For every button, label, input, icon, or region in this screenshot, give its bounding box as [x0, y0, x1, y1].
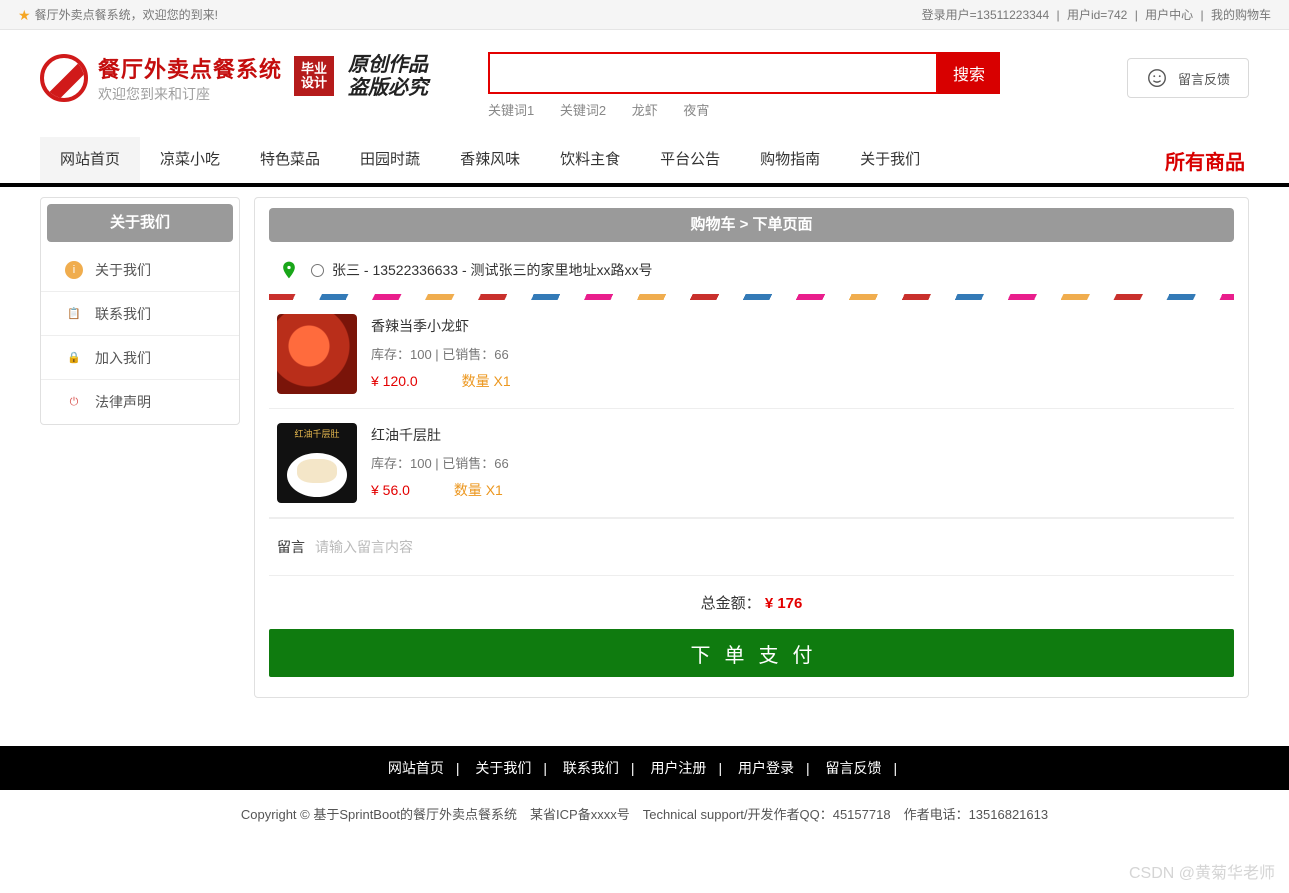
headset-icon	[1146, 67, 1168, 89]
item-meta: 库存：100 | 已销售：66	[371, 344, 511, 363]
nav-all-products[interactable]: 所有商品	[1161, 146, 1249, 175]
total-amount: ¥ 176	[765, 595, 803, 612]
nav-vegetables[interactable]: 田园时蔬	[340, 137, 440, 183]
order-item: 香辣当季小龙虾 库存：100 | 已销售：66 ¥ 120.0 数量 X1	[269, 300, 1234, 409]
search-button[interactable]: 搜索	[938, 52, 1000, 94]
slogan-line2: 盗版必究	[348, 77, 428, 100]
message-label: 留言	[277, 537, 305, 557]
slogan: 原创作品 盗版必究	[348, 54, 428, 100]
feedback-button[interactable]: 留言反馈	[1127, 58, 1249, 98]
sidebar-item-label: 加入我们	[95, 348, 151, 368]
sidebar-item-label: 法律声明	[95, 392, 151, 412]
sidebar-item-legal[interactable]: ⏻ 法律声明	[41, 380, 239, 424]
slogan-line1: 原创作品	[348, 54, 428, 77]
content-title: 购物车 > 下单页面	[269, 208, 1234, 242]
keyword-link[interactable]: 关键词1	[488, 103, 534, 118]
total-row: 总金额： ¥ 176	[269, 575, 1234, 621]
search-block: 搜索 关键词1 关键词2 龙虾 夜宵	[488, 52, 1008, 119]
item-price: ¥ 120.0	[371, 373, 418, 389]
sidebar-item-contact[interactable]: 📋 联系我们	[41, 292, 239, 336]
separator: |	[1201, 8, 1204, 22]
message-row: 留言	[269, 518, 1234, 575]
sidebar-item-label: 关于我们	[95, 260, 151, 280]
content: 购物车 > 下单页面 张三 - 13522336633 - 测试张三的家里地址x…	[254, 197, 1249, 698]
sidebar-item-join[interactable]: 🔒 加入我们	[41, 336, 239, 380]
lock-icon: 🔒	[65, 349, 83, 367]
keyword-link[interactable]: 夜宵	[683, 103, 709, 118]
address-row: 张三 - 13522336633 - 测试张三的家里地址xx路xx号	[269, 242, 1234, 294]
doc-icon: 📋	[65, 305, 83, 323]
nav-spicy[interactable]: 香辣风味	[440, 137, 540, 183]
footer-links: 网站首页| 关于我们| 联系我们| 用户注册| 用户登录| 留言反馈|	[0, 746, 1289, 790]
nav-announcements[interactable]: 平台公告	[640, 137, 740, 183]
footer-link-contact[interactable]: 联系我们	[563, 760, 619, 776]
badge-line1: 毕业	[301, 62, 327, 76]
location-icon	[279, 260, 299, 280]
sidebar-item-label: 联系我们	[95, 304, 151, 324]
copyright: Copyright © 基于SprintBoot的餐厅外卖点餐系统 某省ICP备…	[0, 790, 1289, 853]
star-icon: ★	[18, 0, 31, 30]
header: 餐厅外卖点餐系统 欢迎您到来和订座 毕业 设计 原创作品 盗版必究 搜索 关键词…	[0, 30, 1289, 127]
nav-cold-dishes[interactable]: 凉菜小吃	[140, 137, 240, 183]
pay-button[interactable]: 下单支付	[269, 629, 1234, 677]
separator: |	[1057, 8, 1060, 22]
separator: |	[1135, 8, 1138, 22]
total-label: 总金额：	[701, 595, 761, 612]
nav-home[interactable]: 网站首页	[40, 137, 140, 183]
logo-block[interactable]: 餐厅外卖点餐系统 欢迎您到来和订座	[40, 52, 282, 104]
item-qty: 数量 X1	[454, 482, 503, 498]
topbar-uid: 用户id=742	[1067, 8, 1127, 22]
sidebar-title: 关于我们	[47, 204, 233, 242]
nav-specialty[interactable]: 特色菜品	[240, 137, 340, 183]
nav-drinks[interactable]: 饮料主食	[540, 137, 640, 183]
item-image	[277, 314, 357, 394]
topbar-my-cart-link[interactable]: 我的购物车	[1211, 8, 1271, 22]
keyword-link[interactable]: 龙虾	[632, 103, 658, 118]
item-name: 红油千层肚	[371, 425, 509, 445]
sidebar: 关于我们 i 关于我们 📋 联系我们 🔒 加入我们 ⏻ 法律声明	[40, 197, 240, 425]
search-input[interactable]	[488, 52, 938, 94]
item-image: 红油千层肚	[277, 423, 357, 503]
power-icon: ⏻	[65, 393, 83, 411]
watermark: CSDN @黄菊华老师	[1129, 859, 1275, 883]
brand-title: 餐厅外卖点餐系统	[98, 52, 282, 84]
address-text: 张三 - 13522336633 - 测试张三的家里地址xx路xx号	[332, 260, 653, 280]
topbar-welcome: 餐厅外卖点餐系统，欢迎您的到来!	[35, 0, 218, 30]
main: 关于我们 i 关于我们 📋 联系我们 🔒 加入我们 ⏻ 法律声明 购物车 > 下…	[0, 187, 1289, 718]
topbar-user-center-link[interactable]: 用户中心	[1145, 8, 1193, 22]
item-name: 香辣当季小龙虾	[371, 316, 511, 336]
order-item: 红油千层肚 红油千层肚 库存：100 | 已销售：66 ¥ 56.0 数量 X1	[269, 409, 1234, 518]
item-image-caption: 红油千层肚	[277, 427, 357, 440]
badge-line2: 设计	[301, 76, 327, 90]
footer-link-feedback[interactable]: 留言反馈	[826, 760, 882, 776]
item-meta: 库存：100 | 已销售：66	[371, 453, 509, 472]
feedback-label: 留言反馈	[1178, 69, 1230, 88]
graduation-badge: 毕业 设计	[294, 56, 334, 96]
keyword-link[interactable]: 关键词2	[560, 103, 606, 118]
logo-icon	[40, 54, 88, 102]
message-input[interactable]	[315, 539, 1226, 555]
nav-about[interactable]: 关于我们	[840, 137, 940, 183]
topbar-login-user: 登录用户=13511223344	[922, 8, 1050, 22]
search-keywords: 关键词1 关键词2 龙虾 夜宵	[488, 100, 1008, 119]
nav-shopping-guide[interactable]: 购物指南	[740, 137, 840, 183]
address-radio[interactable]	[311, 264, 324, 277]
nav: 网站首页 凉菜小吃 特色菜品 田园时蔬 香辣风味 饮料主食 平台公告 购物指南 …	[0, 137, 1289, 187]
topbar: ★ 餐厅外卖点餐系统，欢迎您的到来! 登录用户=13511223344 | 用户…	[0, 0, 1289, 30]
footer-link-register[interactable]: 用户注册	[650, 760, 706, 776]
footer-link-home[interactable]: 网站首页	[388, 760, 444, 776]
item-qty: 数量 X1	[462, 373, 511, 389]
item-price: ¥ 56.0	[371, 482, 410, 498]
info-icon: i	[65, 261, 83, 279]
footer-link-login[interactable]: 用户登录	[738, 760, 794, 776]
sidebar-item-about[interactable]: i 关于我们	[41, 248, 239, 292]
footer-link-about[interactable]: 关于我们	[475, 760, 531, 776]
brand-subtitle: 欢迎您到来和订座	[98, 84, 282, 104]
